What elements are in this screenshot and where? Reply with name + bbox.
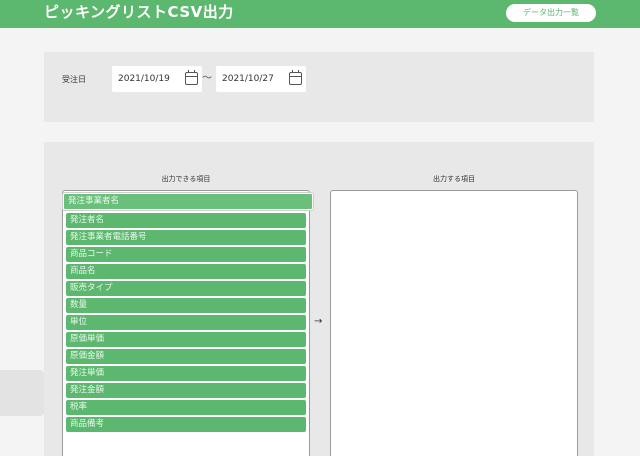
calendar-icon[interactable] <box>185 70 198 85</box>
order-date-to-input[interactable]: 2021/10/27 <box>216 66 306 92</box>
move-right-arrow-icon: → <box>314 316 323 327</box>
order-date-from-input[interactable]: 2021/10/19 <box>112 66 202 92</box>
available-fields-list[interactable]: 発注事業者名 発注者名 発注事業者電話番号 商品コード 商品名 販売タイプ 数量… <box>62 190 313 456</box>
available-fields-heading: 出力できる項目 <box>161 175 211 183</box>
list-item-ordering-company[interactable]: 発注事業者名 <box>63 193 313 210</box>
list-item-company-phone[interactable]: 発注事業者電話番号 <box>66 230 306 245</box>
list-item-quantity[interactable]: 数量 <box>66 298 306 313</box>
date-range-separator: 〜 <box>202 73 212 84</box>
order-date-label: 受注日 <box>62 75 86 84</box>
app-header: ピッキングリストCSV出力 データ出力一覧 <box>0 0 640 28</box>
list-item-product-notes[interactable]: 商品備考 <box>66 417 306 432</box>
order-date-to-value: 2021/10/27 <box>222 74 274 84</box>
order-date-from-value: 2021/10/19 <box>118 74 170 84</box>
export-list-button[interactable]: データ出力一覧 <box>506 4 596 22</box>
list-item-cost-amount[interactable]: 原価金額 <box>66 349 306 364</box>
selected-fields-heading: 出力する項目 <box>433 175 475 183</box>
list-item-order-amount[interactable]: 発注金額 <box>66 383 306 398</box>
selected-fields-list[interactable] <box>330 190 578 456</box>
list-item-order-unit-price[interactable]: 発注単価 <box>66 366 306 381</box>
page-title: ピッキングリストCSV出力 <box>44 3 234 21</box>
list-item-orderer-name[interactable]: 発注者名 <box>66 213 306 228</box>
list-item-cost-unit-price[interactable]: 原価単価 <box>66 332 306 347</box>
list-item-tax-rate[interactable]: 税率 <box>66 400 306 415</box>
side-tab <box>0 370 44 416</box>
calendar-icon[interactable] <box>289 70 302 85</box>
list-item-sales-type[interactable]: 販売タイプ <box>66 281 306 296</box>
list-item-unit[interactable]: 単位 <box>66 315 306 330</box>
list-item-product-code[interactable]: 商品コード <box>66 247 306 262</box>
list-item-product-name[interactable]: 商品名 <box>66 264 306 279</box>
